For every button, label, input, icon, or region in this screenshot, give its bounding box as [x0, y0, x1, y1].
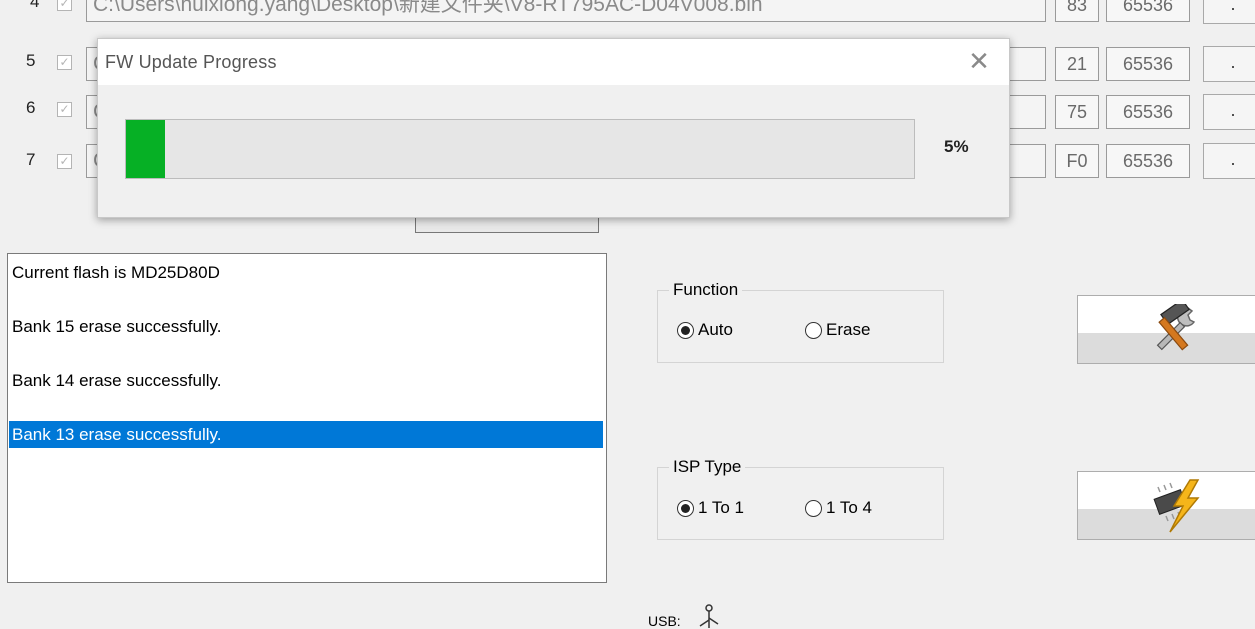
flash-button[interactable]	[1077, 471, 1255, 540]
row-number: 7	[26, 150, 36, 169]
progress-bar-fill	[126, 120, 165, 178]
usb-label: USB:	[648, 613, 681, 629]
log-item-selected[interactable]: Bank 13 erase successfully.	[9, 421, 603, 448]
row-number: 5	[26, 51, 36, 70]
log-item[interactable]: Bank 15 erase successfully.	[9, 313, 603, 340]
radio-auto[interactable]: Auto	[677, 320, 733, 340]
browse-button[interactable]: .	[1203, 0, 1255, 24]
checksum-field[interactable]: 83	[1055, 0, 1099, 22]
function-group-label: Function	[669, 280, 743, 300]
usb-icon	[699, 604, 719, 628]
row-checkbox[interactable]: ✓	[57, 154, 72, 169]
browse-button[interactable]: .	[1203, 46, 1255, 82]
browse-button[interactable]: .	[1203, 94, 1255, 130]
radio-label: 1 To 4	[826, 498, 873, 517]
row-checkbox[interactable]: ✓	[57, 55, 72, 70]
progress-bar	[125, 119, 915, 179]
size-field[interactable]: 65536	[1106, 144, 1190, 178]
chip-lightning-icon	[1153, 479, 1200, 533]
radio-selected-icon	[677, 499, 694, 517]
radio-selected-icon	[677, 321, 694, 339]
radio-1to1[interactable]: 1 To 1	[677, 498, 744, 518]
radio-1to4[interactable]: 1 To 4	[805, 498, 872, 518]
radio-unselected-icon	[805, 499, 822, 517]
log-listbox[interactable]: Current flash is MD25D80D Bank 15 erase …	[7, 253, 607, 583]
size-field[interactable]: 65536	[1106, 0, 1190, 22]
radio-label: 1 To 1	[698, 498, 745, 517]
row-checkbox[interactable]: ✓	[57, 102, 72, 117]
checksum-field[interactable]: F0	[1055, 144, 1099, 178]
radio-erase[interactable]: Erase	[805, 320, 870, 340]
radio-label: Erase	[826, 320, 871, 339]
browse-button[interactable]: .	[1203, 143, 1255, 179]
row-number: 4	[30, 0, 40, 11]
log-item[interactable]: Current flash is MD25D80D	[9, 259, 603, 286]
radio-label: Auto	[698, 320, 733, 339]
checksum-field[interactable]: 21	[1055, 47, 1099, 81]
checksum-field[interactable]: 75	[1055, 95, 1099, 129]
progress-percent: 5%	[944, 137, 969, 156]
hammer-wrench-icon	[1156, 304, 1196, 351]
dialog-title: FW Update Progress	[105, 52, 277, 72]
fw-update-progress-dialog: FW Update Progress ✕ 5%	[97, 38, 1010, 218]
row-checkbox[interactable]: ✓	[57, 0, 72, 11]
row-number: 6	[26, 98, 36, 117]
radio-unselected-icon	[805, 321, 822, 339]
size-field[interactable]: 65536	[1106, 95, 1190, 129]
log-item[interactable]: Bank 14 erase successfully.	[9, 367, 603, 394]
isp-type-group-label: ISP Type	[669, 457, 746, 477]
size-field[interactable]: 65536	[1106, 47, 1190, 81]
close-icon[interactable]: ✕	[966, 48, 992, 75]
file-path-field[interactable]: C:\Users\huixiong.yang\Desktop\新建文件夹\V8-…	[86, 0, 1046, 22]
tools-button[interactable]	[1077, 295, 1255, 364]
